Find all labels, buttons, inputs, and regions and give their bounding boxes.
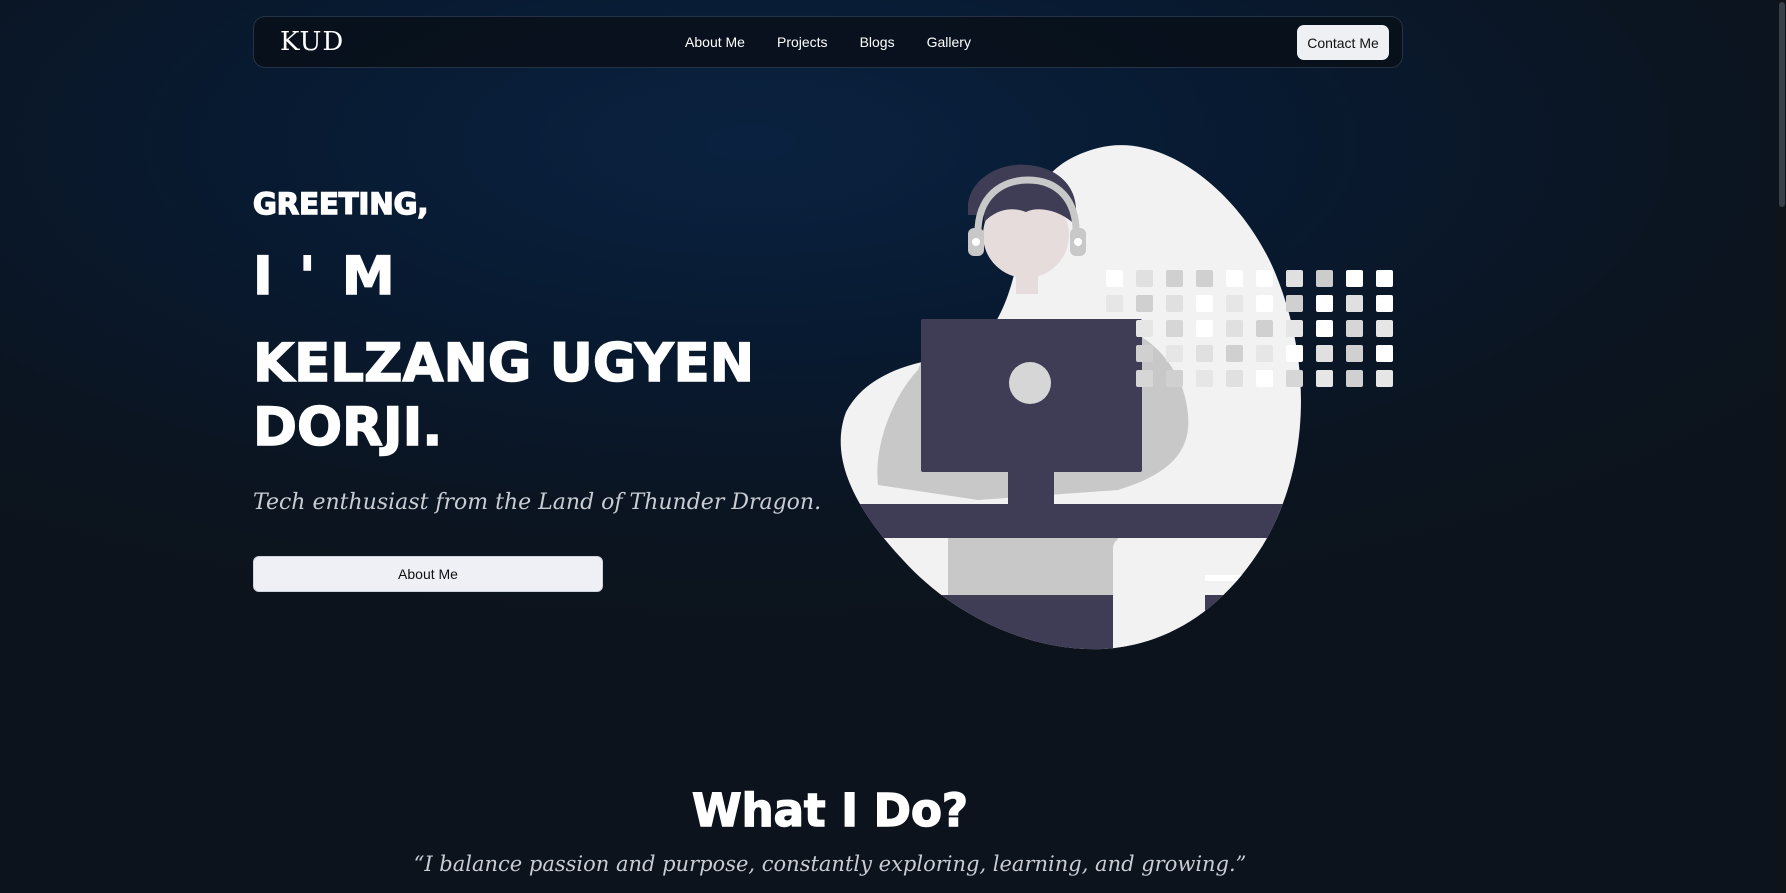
about-me-button[interactable]: About Me bbox=[253, 556, 603, 592]
nav-link-projects[interactable]: Projects bbox=[777, 34, 828, 50]
page-scrollbar[interactable] bbox=[1777, 0, 1786, 893]
what-i-do-title: What I Do? bbox=[691, 783, 969, 838]
nav-link-about[interactable]: About Me bbox=[685, 34, 745, 50]
hero-tagline: Tech enthusiast from the Land of Thunder… bbox=[253, 490, 822, 515]
contact-button[interactable]: Contact Me bbox=[1297, 25, 1389, 60]
hero-im: I ' M bbox=[252, 245, 399, 308]
developer-illustration bbox=[840, 145, 1393, 650]
hero-greeting: GREETING, bbox=[252, 186, 429, 222]
nav-link-blogs[interactable]: Blogs bbox=[860, 34, 895, 50]
scrollbar-thumb[interactable] bbox=[1779, 2, 1785, 207]
monitor-stand bbox=[1008, 472, 1054, 506]
desk-line bbox=[1205, 575, 1301, 581]
chair bbox=[1113, 538, 1205, 650]
person-legs bbox=[948, 538, 1118, 595]
nav-links: About Me Projects Blogs Gallery bbox=[254, 34, 1402, 50]
nav-link-gallery[interactable]: Gallery bbox=[927, 34, 971, 50]
navbar: KUD About Me Projects Blogs Gallery Cont… bbox=[253, 16, 1403, 68]
what-i-do-quote: “I balance passion and purpose, constant… bbox=[413, 852, 1247, 876]
desk bbox=[840, 504, 1301, 538]
hero-name: KELZANG UGYEN DORJI. bbox=[252, 332, 755, 459]
monitor-logo bbox=[1009, 362, 1051, 404]
